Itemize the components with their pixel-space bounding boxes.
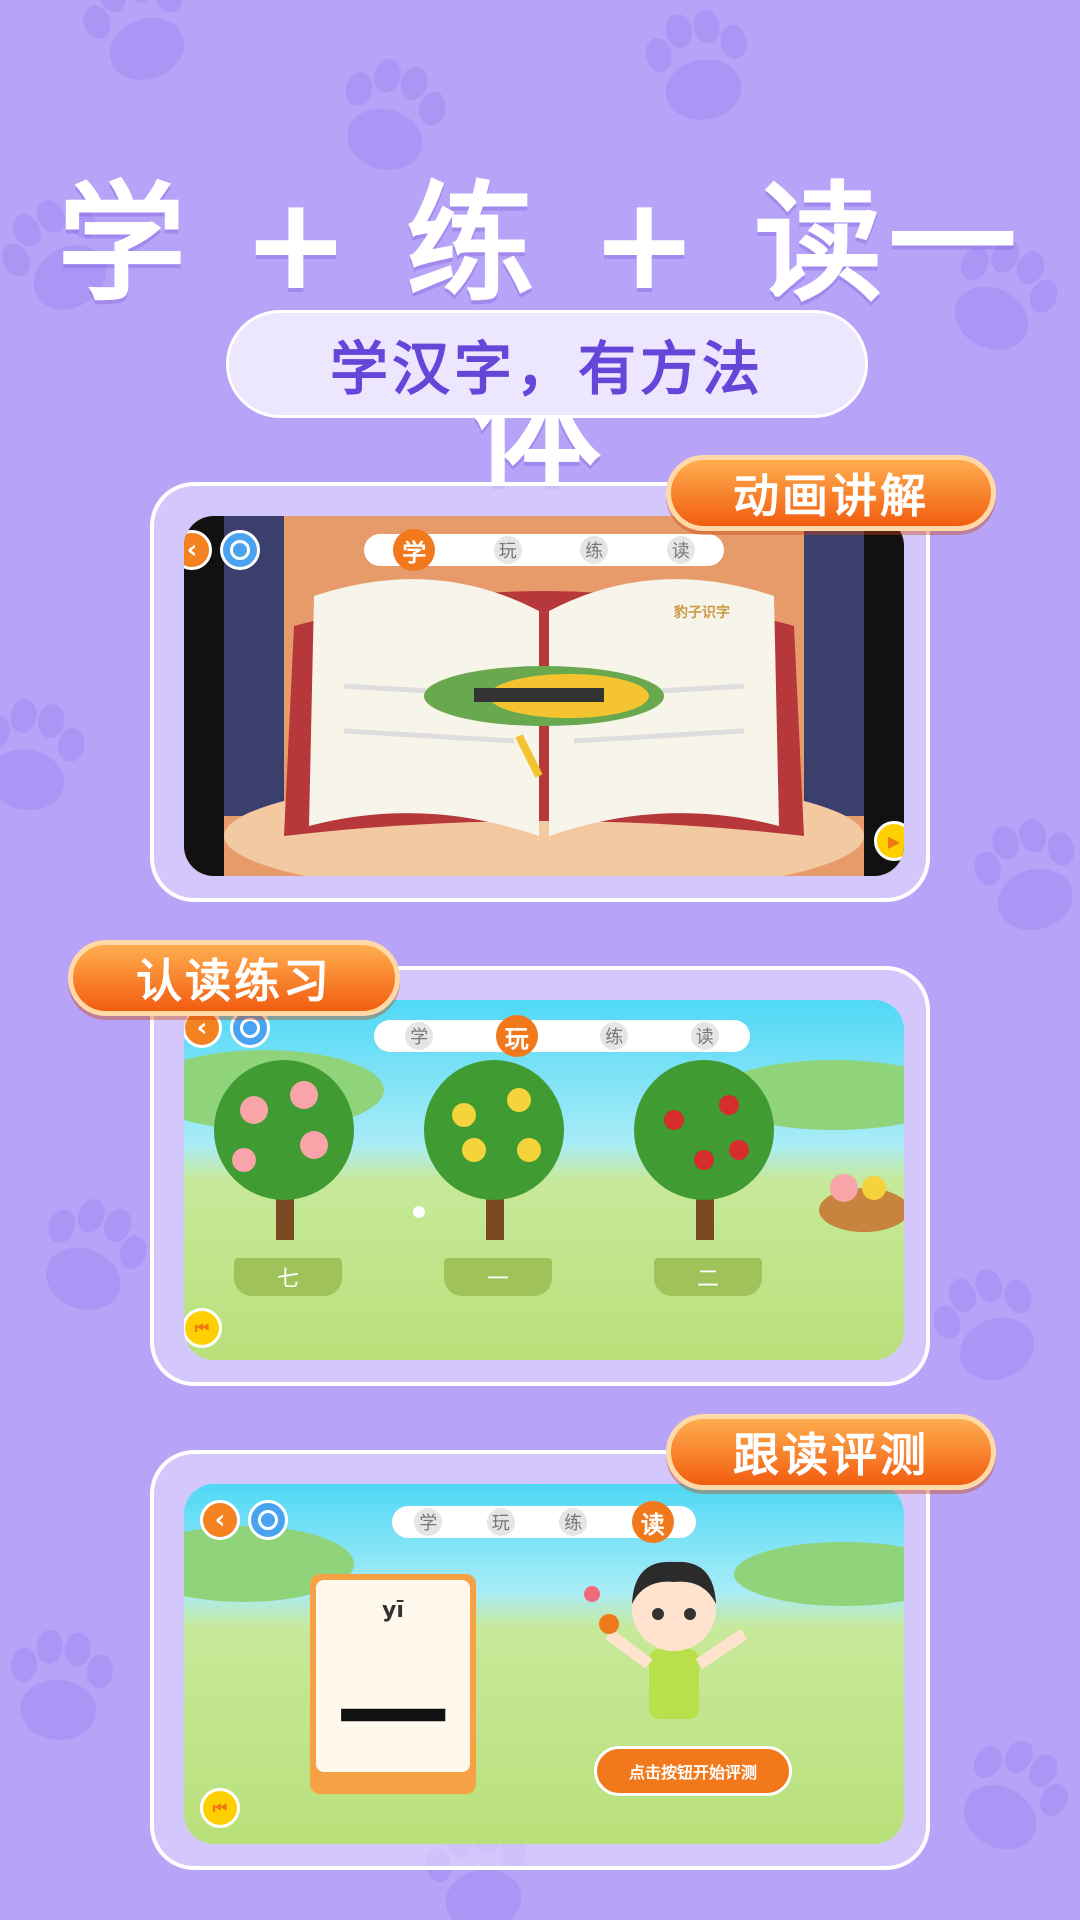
camera-icon[interactable] <box>248 1500 288 1540</box>
tab-learn[interactable]: 学 <box>393 529 436 571</box>
tab-read[interactable]: 读 <box>666 536 695 564</box>
tab-play[interactable]: 玩 <box>495 1015 538 1057</box>
tab-bar: 学 玩 练 读 <box>392 1501 696 1543</box>
read-along-scene <box>184 1526 904 1719</box>
subtitle-pill: 学汉字，有方法 <box>226 310 868 418</box>
tab-learn[interactable]: 学 <box>414 1508 443 1536</box>
practice-screen[interactable]: ‹ 学 玩 练 读 七 一 二 ⏮ <box>184 1000 904 1360</box>
animation-screen[interactable]: ‹ 学 玩 练 读 豹子识字 ▶ <box>184 516 904 876</box>
tab-read[interactable]: 读 <box>690 1022 719 1050</box>
card-read-along: ‹ 学 玩 练 读 yī 一 点击按钮开始评测 ⏮ <box>150 1450 930 1870</box>
hanzi: 一 <box>338 1656 448 1784</box>
tree-label[interactable]: 一 <box>444 1258 552 1296</box>
badge-animation: 动画讲解 <box>666 455 996 531</box>
boy-character <box>599 1561 748 1719</box>
tab-practice[interactable]: 练 <box>600 1022 629 1050</box>
back-icon[interactable]: ‹ <box>200 1500 240 1540</box>
app-logo: 豹子识字 <box>674 605 730 621</box>
book-scene <box>184 516 904 876</box>
read-along-screen[interactable]: ‹ 学 玩 练 读 yī 一 点击按钮开始评测 ⏮ <box>184 1484 904 1844</box>
tree-label[interactable]: 二 <box>654 1258 762 1296</box>
character-card: yī 一 <box>310 1574 476 1794</box>
badge-practice: 认读练习 <box>68 940 400 1016</box>
tab-read[interactable]: 读 <box>631 1501 674 1543</box>
character-card-face: yī 一 <box>316 1580 470 1784</box>
badge-read-along: 跟读评测 <box>666 1414 996 1490</box>
tab-learn[interactable]: 学 <box>405 1022 434 1050</box>
tree-label[interactable]: 七 <box>234 1258 342 1296</box>
card-practice: ‹ 学 玩 练 读 七 一 二 ⏮ <box>150 966 930 1386</box>
subtitle: 学汉字，有方法 <box>329 335 764 403</box>
tab-bar: 学 玩 练 读 <box>364 529 724 571</box>
start-assessment-button[interactable]: 点击按钮开始评测 <box>594 1746 792 1796</box>
camera-icon[interactable] <box>220 530 260 570</box>
tab-practice[interactable]: 练 <box>559 1508 588 1536</box>
fruit-trees-scene <box>184 1050 904 1240</box>
tab-practice[interactable]: 练 <box>580 536 609 564</box>
pinyin: yī <box>382 1598 404 1623</box>
replay-icon[interactable]: ⏮ <box>200 1788 240 1828</box>
tab-bar: 学 玩 练 读 <box>374 1015 750 1057</box>
tab-play[interactable]: 玩 <box>486 1508 515 1536</box>
tab-play[interactable]: 玩 <box>493 536 522 564</box>
card-animation: ‹ 学 玩 练 读 豹子识字 ▶ <box>150 482 930 902</box>
